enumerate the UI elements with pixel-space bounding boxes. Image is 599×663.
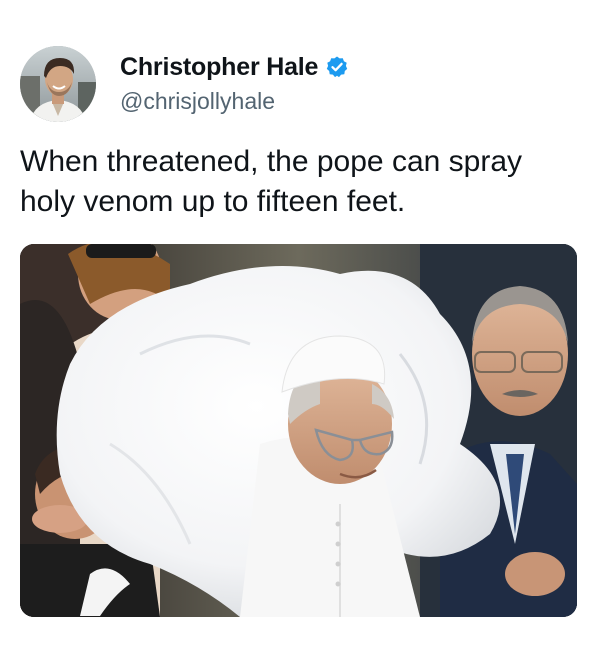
author-name[interactable]: Christopher Hale: [120, 53, 318, 82]
author-handle[interactable]: @chrisjollyhale: [120, 88, 275, 115]
tweet-photo[interactable]: [20, 244, 577, 617]
tweet-text: When threatened, the pope can spray holy…: [20, 145, 531, 218]
verified-badge-icon: [325, 55, 349, 79]
avatar-image: [20, 46, 96, 122]
author-name-row: Christopher Hale: [120, 52, 349, 82]
photo-illustration: [20, 244, 577, 617]
author-avatar[interactable]: [20, 46, 96, 122]
tweet-card: Christopher Hale @chrisjollyhale When th…: [0, 0, 599, 663]
